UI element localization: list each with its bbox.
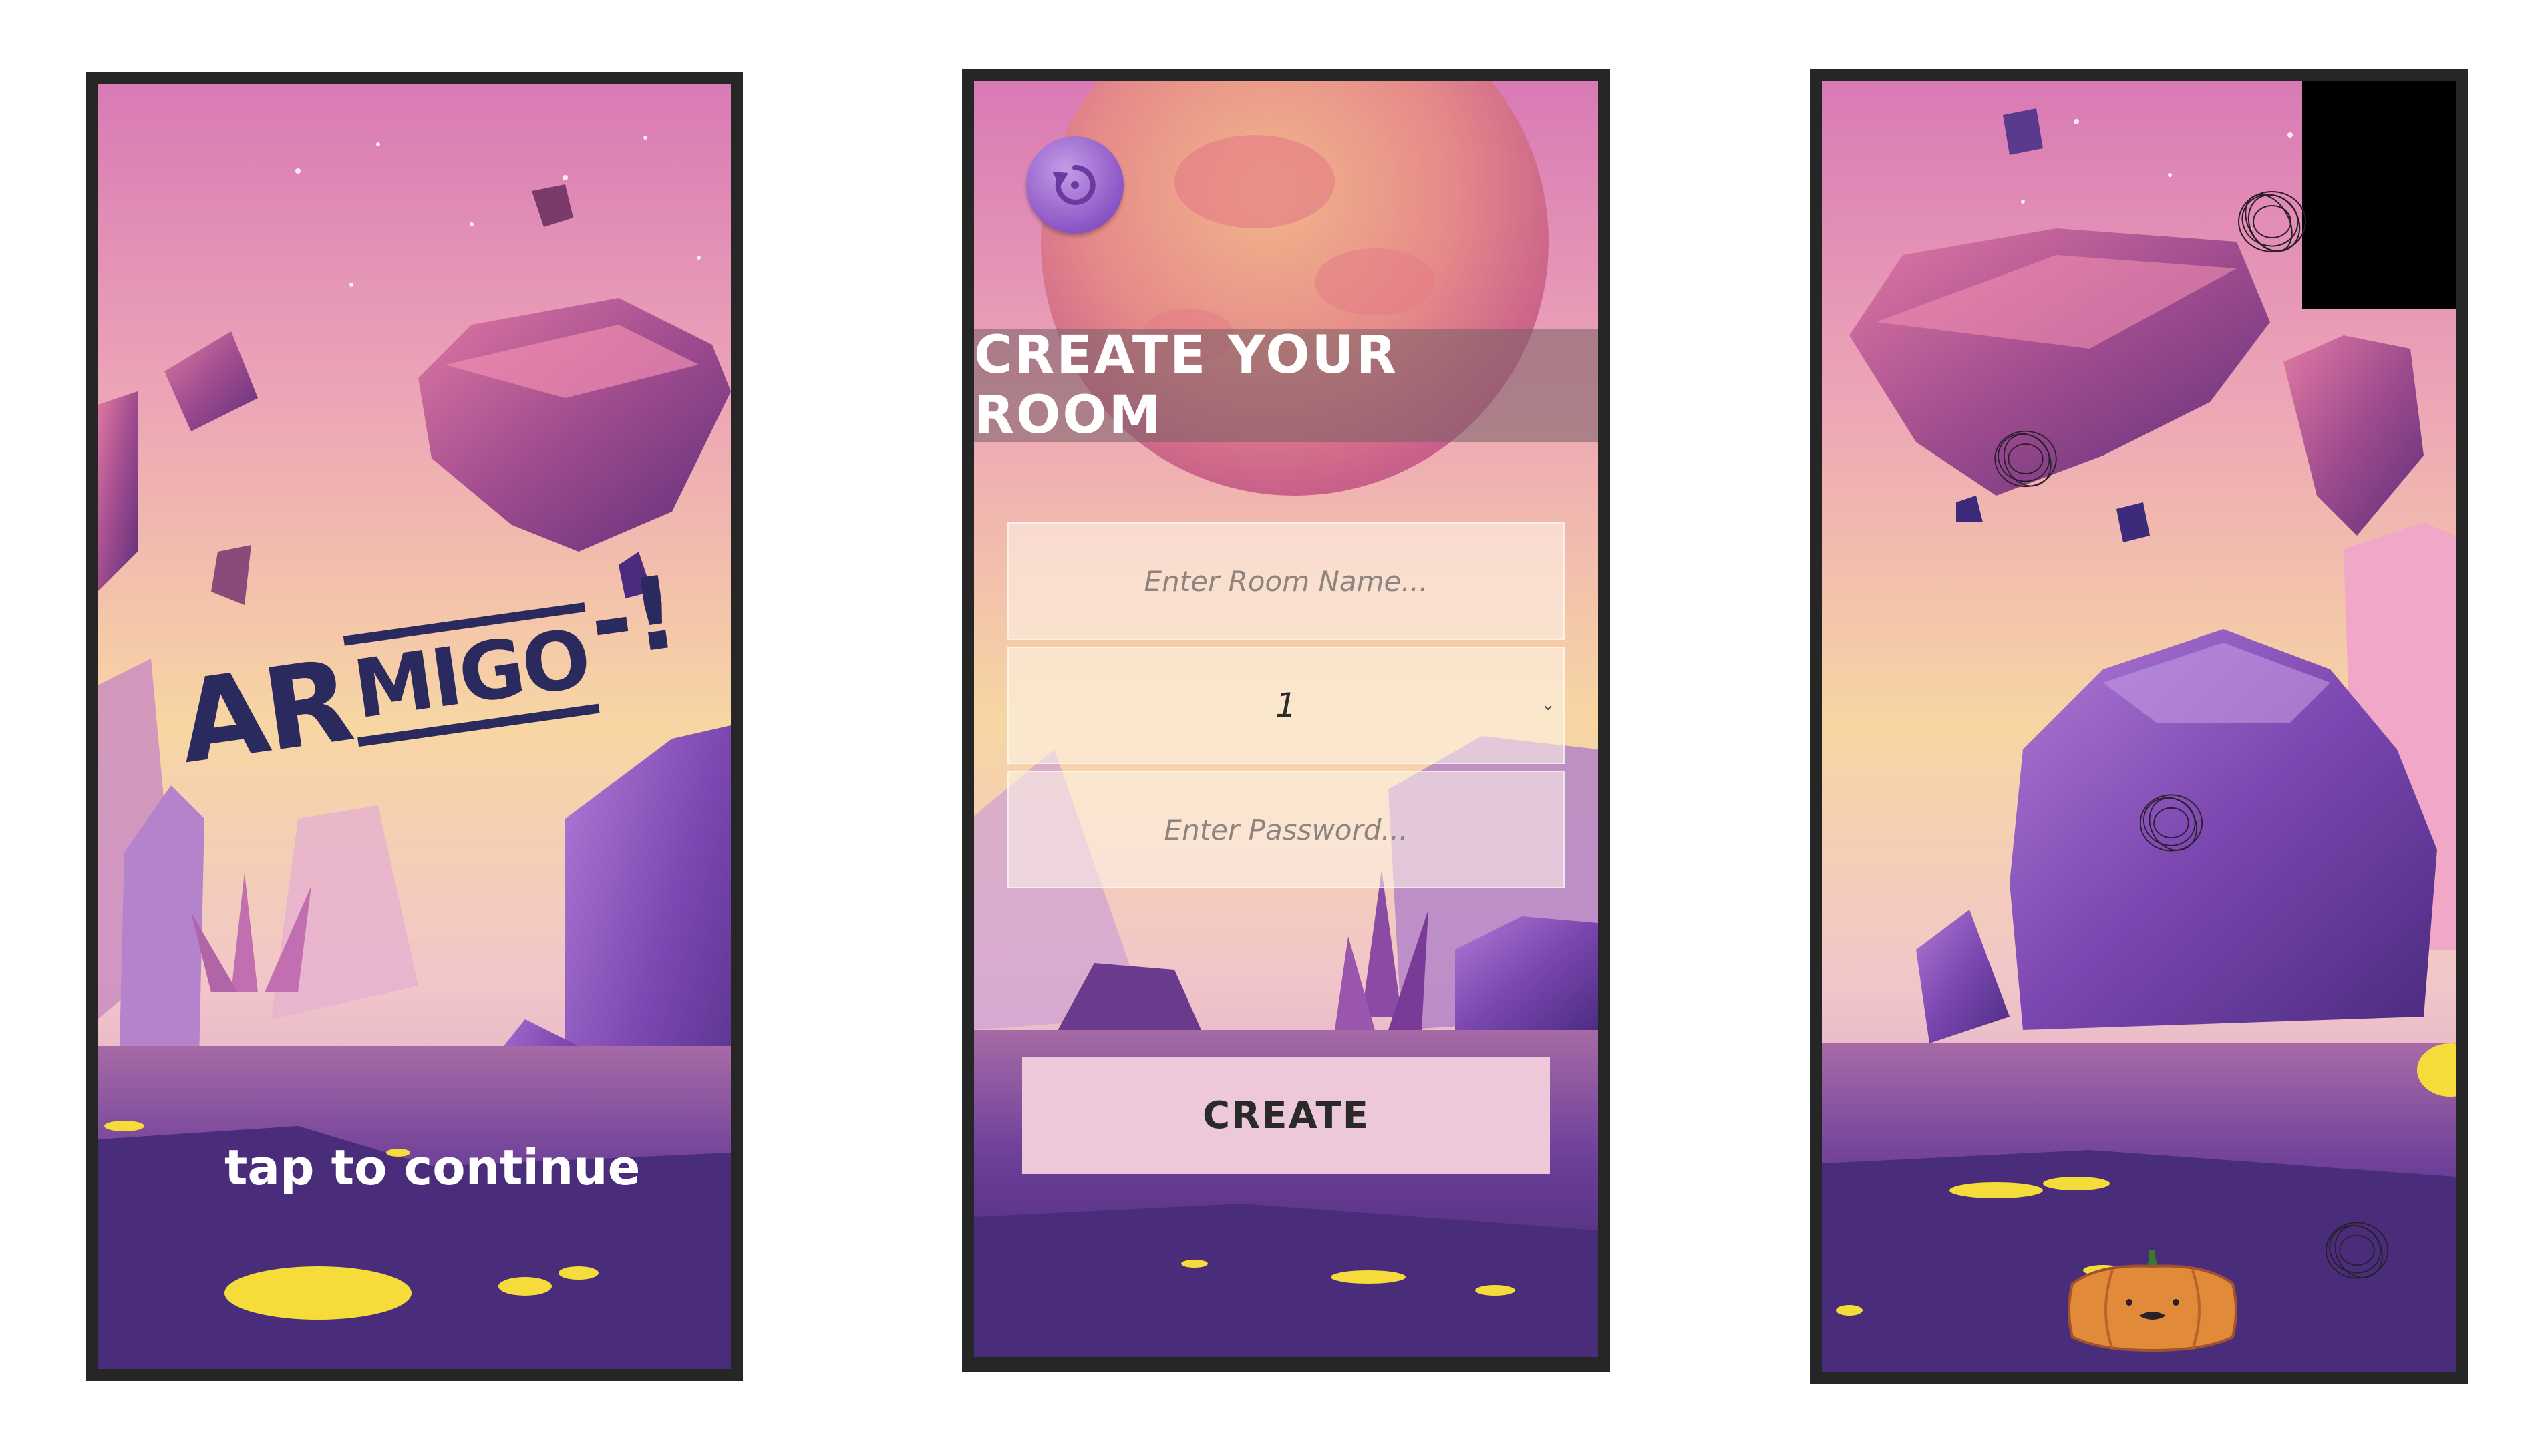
scribble-ball-icon bbox=[2139, 794, 2203, 852]
logo-exclaim: -! bbox=[583, 554, 685, 682]
room-name-placeholder: Enter Room Name... bbox=[1144, 564, 1428, 598]
player-count-select[interactable]: 1 ⌄ bbox=[1007, 647, 1565, 764]
player-count-value: 1 bbox=[1275, 686, 1297, 725]
game-screen[interactable] bbox=[1822, 81, 2456, 1372]
scribble-ball-icon bbox=[2325, 1222, 2389, 1279]
pumpkin-icon[interactable] bbox=[2059, 1244, 2246, 1357]
create-button[interactable]: CREATE bbox=[1022, 1057, 1550, 1174]
password-placeholder: Enter Password... bbox=[1164, 813, 1408, 846]
chevron-down-icon: ⌄ bbox=[1541, 695, 1555, 715]
camera-preview bbox=[2302, 81, 2456, 309]
phone-game bbox=[1810, 69, 2468, 1384]
refresh-button[interactable] bbox=[1026, 136, 1124, 234]
phone-splash: AR MIGO -! tap to continue bbox=[86, 72, 743, 1381]
create-button-label: CREATE bbox=[1203, 1093, 1370, 1137]
password-field[interactable]: Enter Password... bbox=[1007, 771, 1565, 888]
refresh-icon bbox=[1052, 164, 1096, 205]
title-banner: CREATE YOUR ROOM bbox=[974, 325, 1598, 445]
splash-screen[interactable]: AR MIGO -! tap to continue bbox=[98, 84, 731, 1369]
logo-ar: AR bbox=[171, 634, 358, 790]
tap-to-continue[interactable]: tap to continue bbox=[224, 1139, 640, 1196]
page-title: CREATE YOUR ROOM bbox=[974, 325, 1398, 445]
scribble-ball-icon bbox=[1994, 430, 2057, 488]
phone-create-room: CREATE YOUR ROOM Enter Room Name... 1 ⌄ … bbox=[962, 69, 1610, 1372]
room-name-field[interactable]: Enter Room Name... bbox=[1007, 522, 1565, 640]
scribble-ball-icon bbox=[2238, 191, 2306, 252]
create-room-screen: CREATE YOUR ROOM Enter Room Name... 1 ⌄ … bbox=[974, 81, 1598, 1357]
